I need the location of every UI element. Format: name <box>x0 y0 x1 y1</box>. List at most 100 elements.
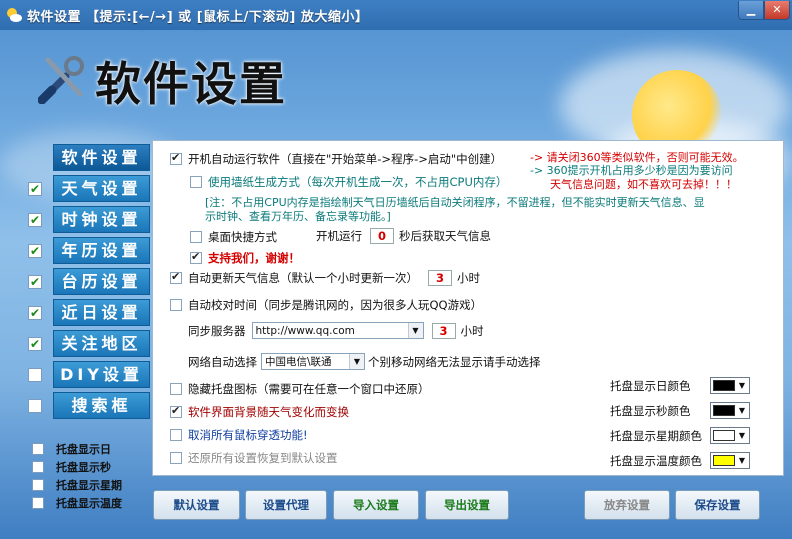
page-title: 软件设置 <box>95 57 287 111</box>
autostart-checkbox[interactable] <box>170 151 182 165</box>
color-label: 托盘显示日颜色 <box>610 379 691 393</box>
sidebar-item-weather[interactable]: 天气设置 <box>53 175 150 202</box>
cancel-mouse-option[interactable]: 取消所有鼠标穿透功能! <box>170 427 308 443</box>
note-line: [注：不占用CPU内存是指绘制天气日历墙纸后自动关闭程序，不留进程，但不能实时更… <box>205 196 705 209</box>
warning-360-startup: -> 360提示开机占用多少秒是因为要访问 天气信息问题，如不喜欢可去掉！！！ <box>530 164 737 192</box>
color-picker[interactable]: ▼ <box>710 377 750 394</box>
auto-update-unit: 小时 <box>457 271 480 285</box>
color-label: 托盘显示温度颜色 <box>610 454 702 468</box>
color-picker[interactable]: ▼ <box>710 427 750 444</box>
chevron-down-icon[interactable]: ▼ <box>349 354 364 369</box>
export-settings-button[interactable]: 导出设置 <box>425 490 509 520</box>
sidebar-item-desk-calendar[interactable]: 台历设置 <box>53 268 150 295</box>
network-select[interactable]: 中国电信\联通 ▼ <box>261 353 365 370</box>
sync-hours-unit: 小时 <box>460 323 484 338</box>
sidebar-checkbox-search-box[interactable] <box>28 399 42 413</box>
sidebar-checkbox-desk-calendar[interactable]: ✔ <box>28 275 42 289</box>
chevron-down-icon[interactable]: ▼ <box>407 323 423 338</box>
tray-option-checkbox[interactable] <box>32 461 44 473</box>
color-label: 托盘显示秒颜色 <box>610 404 691 418</box>
note-line: 示时钟、查看万年历、备忘录等功能。] <box>205 210 391 223</box>
window-title: 软件设置 【提示:[←/→] 或 [鼠标上/下滚动] 放大缩小】 <box>27 10 369 25</box>
restore-default-checkbox[interactable] <box>170 452 182 464</box>
chevron-down-icon[interactable]: ▼ <box>736 404 748 417</box>
hide-tray-option[interactable]: 隐藏托盘图标（需要可在任意一个窗口中还原） <box>170 381 430 397</box>
autostart-label: 开机自动运行软件（直接在"开始菜单->程序->启动"中创建） <box>188 152 503 166</box>
chevron-down-icon[interactable]: ▼ <box>736 379 748 392</box>
support-option[interactable]: 支持我们，谢谢！ <box>190 250 300 266</box>
color-picker[interactable]: ▼ <box>710 452 750 469</box>
sidebar-checkbox-diy[interactable] <box>28 368 42 382</box>
tray-option-label: 托盘显示秒 <box>56 461 111 474</box>
warning-360: -> 请关闭360等类似软件，否则可能无效。 <box>530 151 744 164</box>
color-swatch <box>713 430 735 441</box>
tray-option-label: 托盘显示日 <box>56 443 111 456</box>
sidebar-item-clock[interactable]: 时钟设置 <box>53 206 150 233</box>
boot-delay-input[interactable]: 0 <box>370 228 394 244</box>
auto-update-option[interactable]: 自动更新天气信息（默认一个小时更新一次） 3 小时 <box>170 270 480 286</box>
import-settings-button[interactable]: 导入设置 <box>333 490 419 520</box>
weather-icon <box>7 8 22 22</box>
auto-sync-option[interactable]: 自动校对时间（同步是腾讯网的，因为很多人玩QQ游戏） <box>170 297 482 313</box>
auto-update-hours-input[interactable]: 3 <box>428 270 452 286</box>
chevron-down-icon[interactable]: ▼ <box>736 429 748 442</box>
color-swatch <box>713 405 735 416</box>
sidebar-checkbox-weather[interactable]: ✔ <box>28 182 42 196</box>
cancel-mouse-checkbox[interactable] <box>170 429 182 441</box>
tray-option-checkbox[interactable] <box>32 443 44 455</box>
cancel-mouse-label: 取消所有鼠标穿透功能! <box>188 428 308 442</box>
auto-update-checkbox[interactable] <box>170 270 182 284</box>
bg-change-option[interactable]: 软件界面背景随天气变化而变换 <box>170 404 349 420</box>
sidebar-item-diy[interactable]: DIY设置 <box>53 361 150 388</box>
sidebar-item-focus-region[interactable]: 关注地区 <box>53 330 150 357</box>
tray-option[interactable]: 托盘显示日 <box>32 441 111 457</box>
sync-hours-input[interactable]: 3 <box>431 322 456 339</box>
wallpaper-label: 使用墙纸生成方式（每次开机生成一次，不占用CPU内存） <box>208 175 508 189</box>
boot-delay-label: 开机运行 <box>316 229 362 243</box>
wallpaper-checkbox[interactable] <box>190 176 202 188</box>
close-button[interactable]: ✕ <box>764 1 790 20</box>
tray-option[interactable]: 托盘显示温度 <box>32 495 122 511</box>
default-settings-button[interactable]: 默认设置 <box>153 490 240 520</box>
sidebar-checkbox-focus-region[interactable]: ✔ <box>28 337 42 351</box>
autostart-option[interactable]: 开机自动运行软件（直接在"开始菜单->程序->启动"中创建） <box>170 151 502 167</box>
sidebar-item-search-box[interactable]: 搜索框 <box>53 392 150 419</box>
support-checkbox[interactable] <box>190 250 202 264</box>
sidebar-checkbox-recent[interactable]: ✔ <box>28 306 42 320</box>
wallpaper-option[interactable]: 使用墙纸生成方式（每次开机生成一次，不占用CPU内存） <box>190 174 507 190</box>
restore-default-option[interactable]: 还原所有设置恢复到默认设置 <box>170 450 338 466</box>
tools-icon <box>38 56 84 104</box>
minimize-button[interactable]: ▁ <box>738 1 764 20</box>
color-swatch <box>713 380 735 391</box>
tray-option-checkbox[interactable] <box>32 497 44 509</box>
auto-sync-label: 自动校对时间（同步是腾讯网的，因为很多人玩QQ游戏） <box>188 298 483 312</box>
sidebar-checkbox-clock[interactable]: ✔ <box>28 213 42 227</box>
sidebar-item-recent[interactable]: 近日设置 <box>53 299 150 326</box>
network-label: 网络自动选择 <box>188 354 257 369</box>
sidebar-item-almanac[interactable]: 年历设置 <box>53 237 150 264</box>
hide-tray-label: 隐藏托盘图标（需要可在任意一个窗口中还原） <box>188 382 430 396</box>
sync-server-select[interactable]: http://www.qq.com ▼ <box>251 322 424 339</box>
desktop-shortcut-option[interactable]: 桌面快捷方式 <box>190 229 277 245</box>
discard-settings-button[interactable]: 放弃设置 <box>584 490 670 520</box>
bg-change-checkbox[interactable] <box>170 404 182 418</box>
sidebar-item-software[interactable]: 软件设置 <box>53 144 150 171</box>
network-note: 个别移动网络无法显示请手动选择 <box>368 354 541 369</box>
tray-option[interactable]: 托盘显示星期 <box>32 477 122 493</box>
sync-server-row: 同步服务器 http://www.qq.com ▼ 3 小时 <box>188 322 484 339</box>
sidebar-checkbox-almanac[interactable]: ✔ <box>28 244 42 258</box>
proxy-settings-button[interactable]: 设置代理 <box>245 490 327 520</box>
auto-sync-checkbox[interactable] <box>170 299 182 311</box>
boot-delay: 开机运行 0 秒后获取天气信息 <box>316 228 491 244</box>
tray-option-label: 托盘显示星期 <box>56 479 122 492</box>
tray-option[interactable]: 托盘显示秒 <box>32 459 111 475</box>
warning-line: -> 360提示开机占用多少秒是因为要访问 <box>530 164 733 177</box>
hide-tray-checkbox[interactable] <box>170 383 182 395</box>
desktop-shortcut-checkbox[interactable] <box>190 231 202 243</box>
color-picker[interactable]: ▼ <box>710 402 750 419</box>
save-settings-button[interactable]: 保存设置 <box>675 490 760 520</box>
tray-option-checkbox[interactable] <box>32 479 44 491</box>
sync-server-label: 同步服务器 <box>188 323 246 338</box>
chevron-down-icon[interactable]: ▼ <box>736 454 748 467</box>
boot-delay-suffix: 秒后获取天气信息 <box>399 229 491 243</box>
